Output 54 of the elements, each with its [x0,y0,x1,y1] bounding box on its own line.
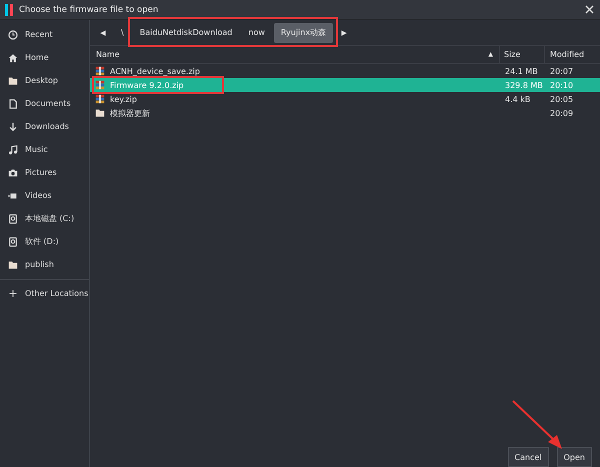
file-size: 329.8 MB [505,80,543,90]
archive-icon [95,94,105,104]
other-locations-item[interactable]: + Other Locations [0,282,89,305]
file-name: ACNH_device_save.zip [110,66,200,76]
file-modified: 20:07 [550,66,574,76]
sidebar-item[interactable]: Home [0,46,89,69]
file-row[interactable]: key.zip 4.4 kB 20:05 [90,92,600,106]
drive-icon [8,214,18,224]
path-segment[interactable]: Ryujinx动森 [274,22,334,42]
music-icon [8,144,18,154]
path-segment[interactable]: BaiduNetdiskDownload [132,22,240,42]
file-size: 4.4 kB [505,94,530,104]
dialog-button[interactable]: Cancel [508,447,549,467]
window-title: Choose the firmware file to open [19,4,158,14]
sidebar-item[interactable]: 软件 (D:) [0,230,89,253]
column-header[interactable]: Modified [545,46,600,63]
sidebar-item[interactable]: Pictures [0,161,89,184]
file-modified: 20:09 [550,108,574,118]
document-icon [8,98,18,108]
sidebar-item[interactable]: Music [0,138,89,161]
camera-icon [8,168,18,178]
close-icon[interactable] [585,5,594,14]
file-name: Firmware 9.2.0.zip [110,80,184,90]
sidebar-item[interactable]: Downloads [0,115,89,138]
sidebar-item[interactable]: Recent [0,23,89,46]
sidebar-item[interactable]: Videos [0,184,89,207]
sidebar-item[interactable]: publish [0,253,89,276]
app-logo-icon [5,4,14,16]
video-camera-icon [8,190,18,200]
download-icon [8,122,18,132]
file-row[interactable]: ACNH_device_save.zip 24.1 MB 20:07 [90,64,600,78]
home-icon [8,52,18,62]
dialog-button[interactable]: Open [556,447,592,467]
archive-icon [95,80,105,90]
clock-icon [8,30,18,40]
plus-icon: + [8,288,18,299]
file-name: key.zip [110,94,137,104]
sidebar-item[interactable]: Desktop [0,69,89,92]
folder-icon [95,108,105,118]
archive-icon [95,66,105,76]
folder-icon [8,260,18,270]
path-segment[interactable]: \ [114,22,131,42]
drive-icon [8,236,18,246]
file-name: 模拟器更新 [110,108,150,118]
file-size: 24.1 MB [505,66,538,76]
file-modified: 20:10 [550,80,574,90]
file-row[interactable]: 模拟器更新 20:09 [90,106,600,120]
folder-icon [8,76,18,86]
annotation-arrow [512,400,564,450]
sidebar-item[interactable]: 本地磁盘 (C:) [0,207,89,230]
sidebar-item[interactable]: Documents [0,92,89,115]
file-modified: 20:05 [550,94,574,104]
path-segment[interactable]: now [241,22,272,42]
column-header[interactable]: Size [500,46,545,63]
